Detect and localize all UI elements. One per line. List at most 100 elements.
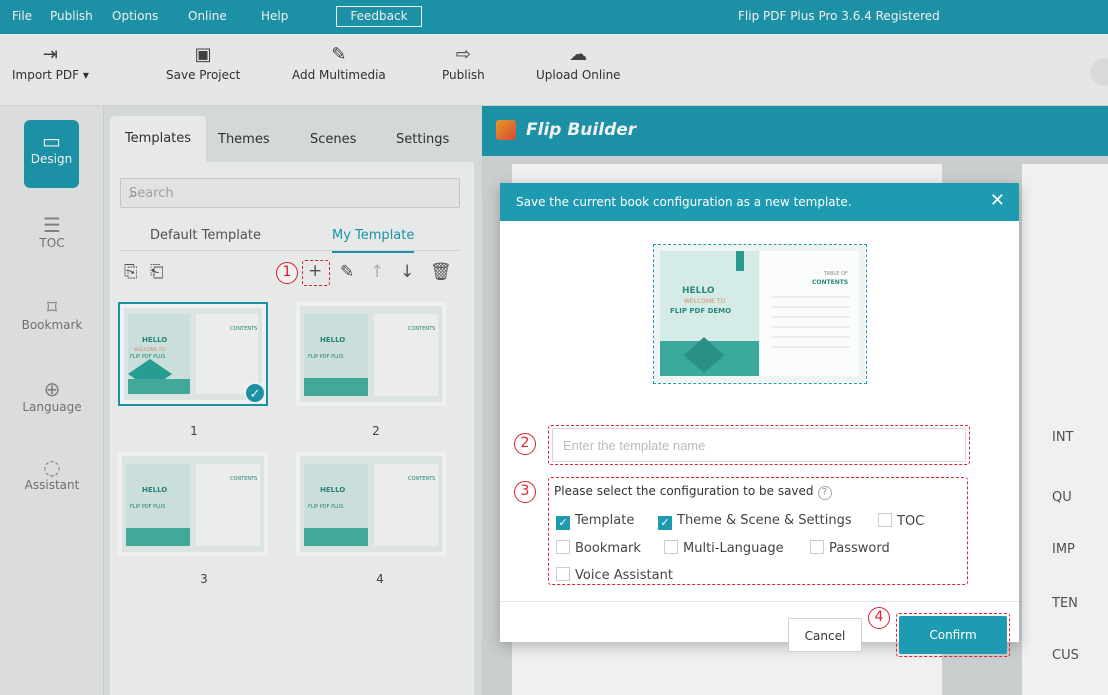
toc-item: CUS bbox=[1052, 648, 1079, 663]
left-nav: ▭ Design ☰ TOC ⌑ Bookmark ⊕ Language ◌ A… bbox=[0, 106, 104, 695]
import-icon: ⇥ bbox=[42, 44, 58, 65]
option-label: Multi-Language bbox=[683, 541, 784, 556]
add-multimedia-button[interactable]: ✎ Add Multimedia bbox=[292, 42, 386, 82]
template-name-input[interactable] bbox=[553, 429, 965, 461]
thumb-title: FLIP PDF PLUS bbox=[130, 354, 165, 360]
help-icon[interactable]: ? bbox=[817, 486, 832, 500]
tab-themes[interactable]: Themes bbox=[218, 132, 270, 147]
flipbuilder-logo-icon bbox=[496, 120, 516, 140]
menu-bar: File Publish Options Online Help Feedbac… bbox=[0, 0, 1108, 34]
confirm-button[interactable]: Confirm bbox=[899, 616, 1007, 654]
menu-publish[interactable]: Publish bbox=[50, 9, 93, 23]
stage-header: Flip Builder bbox=[482, 106, 1108, 156]
menu-file[interactable]: File bbox=[12, 9, 32, 23]
template-thumb-1[interactable]: HELLO WELCOME TO FLIP PDF PLUS CONTENTS … bbox=[118, 302, 268, 406]
chat-icon: ◌ bbox=[43, 455, 61, 479]
search-input[interactable]: Search ⌕ bbox=[120, 178, 460, 208]
thumb-welcome: WELCOME TO bbox=[134, 347, 165, 353]
nav-bookmark[interactable]: ⌑ Bookmark bbox=[0, 296, 104, 332]
edit-icon: ✎ bbox=[331, 44, 347, 65]
feedback-button[interactable]: Feedback bbox=[336, 6, 422, 27]
option-label: Voice Assistant bbox=[575, 568, 673, 583]
menu-help[interactable]: Help bbox=[261, 9, 288, 23]
dialog-header: Save the current book configuration as a… bbox=[500, 183, 1019, 221]
preview-hello: HELLO bbox=[682, 286, 715, 296]
import-template-icon[interactable]: ⎘ bbox=[124, 262, 138, 282]
thumb-contents: CONTENTS bbox=[230, 476, 257, 482]
step-1-marker: 1 bbox=[276, 262, 298, 284]
checkbox[interactable] bbox=[810, 540, 824, 554]
config-label-text: Please select the configuration to be sa… bbox=[554, 484, 814, 498]
nav-toc[interactable]: ☰ TOC bbox=[0, 214, 104, 250]
checkbox-checked[interactable]: ✓ bbox=[658, 516, 672, 530]
toc-item: INT bbox=[1052, 430, 1074, 445]
tab-templates[interactable]: Templates bbox=[110, 116, 206, 162]
nav-language[interactable]: ⊕ Language bbox=[0, 378, 104, 414]
cancel-button[interactable]: Cancel bbox=[788, 618, 862, 652]
menu-online[interactable]: Online bbox=[188, 9, 227, 23]
option-template[interactable]: ✓ Template bbox=[556, 513, 634, 530]
checkbox[interactable] bbox=[878, 513, 892, 527]
option-multi-language[interactable]: Multi-Language bbox=[664, 540, 784, 556]
save-icon: ▣ bbox=[194, 44, 212, 65]
thumb-hello: HELLO bbox=[142, 336, 167, 344]
template-preview-2: HELLO FLIP PDF PLUS CONTENTS bbox=[300, 306, 442, 402]
checkbox-checked[interactable]: ✓ bbox=[556, 516, 570, 530]
thumb-contents: CONTENTS bbox=[408, 326, 435, 332]
option-password[interactable]: Password bbox=[810, 540, 890, 556]
option-theme-scene-settings[interactable]: ✓ Theme & Scene & Settings bbox=[658, 513, 852, 530]
tab-default-template[interactable]: Default Template bbox=[150, 228, 261, 243]
thumb-contents: CONTENTS bbox=[408, 476, 435, 482]
nav-assistant[interactable]: ◌ Assistant bbox=[0, 456, 104, 492]
preview-welcome: WELCOME TO bbox=[684, 298, 726, 305]
nav-language-label: Language bbox=[22, 400, 82, 414]
template-thumb-3[interactable]: HELLO FLIP PDF PLUS CONTENTS bbox=[118, 452, 268, 556]
step-4-marker: 4 bbox=[868, 607, 890, 629]
option-toc[interactable]: TOC bbox=[878, 513, 924, 529]
thumb-contents: CONTENTS bbox=[230, 326, 257, 332]
template-preview: HELLO WELCOME TO FLIP PDF DEMO TABLE OF … bbox=[653, 244, 867, 384]
template-name-field[interactable] bbox=[552, 428, 966, 462]
save-label: Save Project bbox=[166, 68, 241, 82]
nav-design[interactable]: ▭ Design bbox=[24, 120, 79, 188]
search-icon[interactable]: ⌕ bbox=[129, 183, 449, 203]
checkbox[interactable] bbox=[664, 540, 678, 554]
thumb-title: FLIP PDF PLUS bbox=[308, 354, 343, 360]
publish-icon: ⇨ bbox=[455, 44, 471, 65]
import-label: Import PDF ▾ bbox=[12, 68, 89, 82]
publish-button[interactable]: ⇨ Publish bbox=[442, 42, 485, 82]
upload-label: Upload Online bbox=[536, 68, 621, 82]
option-label: TOC bbox=[897, 514, 925, 529]
toolbar: ⇥ Import PDF ▾ ▣ Save Project ✎ Add Mult… bbox=[0, 34, 1108, 106]
rename-icon[interactable]: ✎ bbox=[340, 262, 354, 282]
monitor-icon: ▭ bbox=[42, 129, 61, 153]
option-bookmark[interactable]: Bookmark bbox=[556, 540, 641, 556]
close-icon[interactable]: ✕ bbox=[990, 190, 1005, 211]
move-up-icon[interactable]: ↑ bbox=[370, 262, 384, 282]
thumb-title: FLIP PDF PLUS bbox=[130, 504, 165, 510]
template-preview-4: HELLO FLIP PDF PLUS CONTENTS bbox=[300, 456, 442, 552]
add-template-icon[interactable]: + bbox=[308, 261, 322, 281]
delete-icon[interactable]: 🗑 bbox=[430, 262, 452, 282]
checkbox[interactable] bbox=[556, 540, 570, 554]
upload-online-button[interactable]: ☁ Upload Online bbox=[536, 42, 621, 82]
config-label: Please select the configuration to be sa… bbox=[554, 484, 832, 500]
move-down-icon[interactable]: ↓ bbox=[400, 262, 414, 282]
cloud-upload-icon: ☁ bbox=[569, 44, 588, 65]
menu-options[interactable]: Options bbox=[112, 9, 158, 23]
tab-settings[interactable]: Settings bbox=[396, 132, 449, 147]
tab-scenes[interactable]: Scenes bbox=[310, 132, 356, 147]
preview-title: FLIP PDF DEMO bbox=[670, 307, 731, 315]
option-voice-assistant[interactable]: Voice Assistant bbox=[556, 567, 673, 583]
thumb-label-2: 2 bbox=[372, 424, 380, 438]
export-template-icon[interactable]: ⎗ bbox=[150, 262, 164, 282]
save-project-button[interactable]: ▣ Save Project bbox=[166, 42, 240, 82]
checkbox[interactable] bbox=[556, 567, 570, 581]
template-thumb-2[interactable]: HELLO FLIP PDF PLUS CONTENTS bbox=[296, 302, 446, 406]
thumb-title: FLIP PDF PLUS bbox=[308, 504, 343, 510]
nav-toc-label: TOC bbox=[39, 236, 65, 250]
step-2-marker: 2 bbox=[514, 433, 536, 455]
template-thumb-4[interactable]: HELLO FLIP PDF PLUS CONTENTS bbox=[296, 452, 446, 556]
import-pdf-button[interactable]: ⇥ Import PDF ▾ bbox=[12, 42, 89, 82]
account-button[interactable] bbox=[1090, 58, 1108, 86]
